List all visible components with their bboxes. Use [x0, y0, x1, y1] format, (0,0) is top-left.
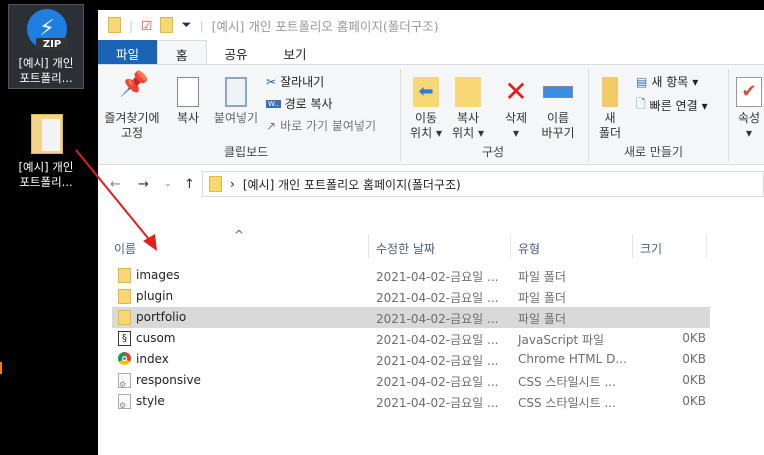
- red-arrow-annotation: [75, 149, 157, 251]
